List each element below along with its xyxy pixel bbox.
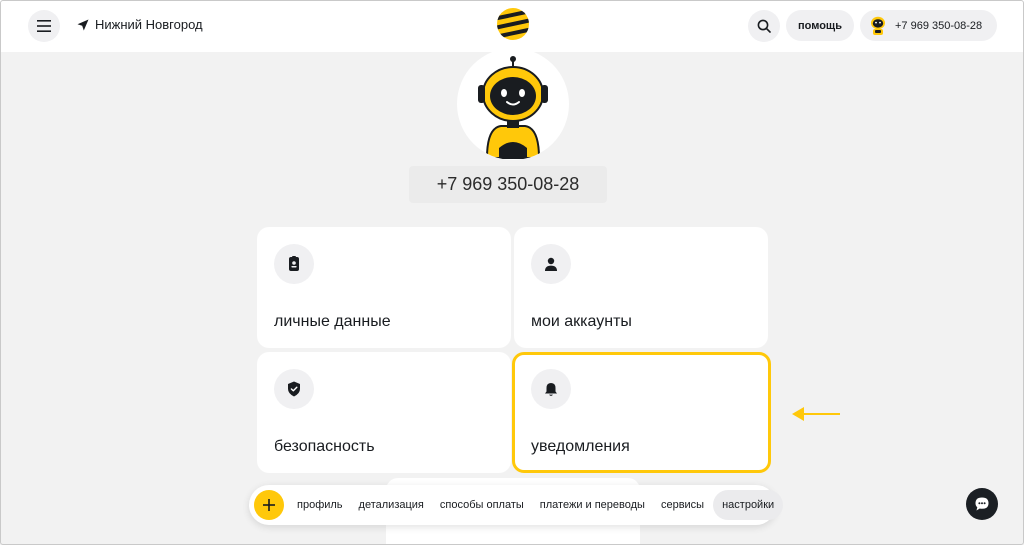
- card-notifications[interactable]: уведомления: [512, 352, 771, 473]
- card-security[interactable]: безопасность: [257, 352, 511, 473]
- card-my-accounts[interactable]: мои аккаунты: [514, 227, 768, 348]
- shield-icon: [288, 381, 300, 397]
- add-button[interactable]: [254, 490, 284, 520]
- plus-icon: [263, 499, 275, 511]
- robot-avatar-image: [478, 56, 548, 159]
- search-icon: [757, 19, 771, 33]
- help-button[interactable]: помощь: [786, 10, 854, 41]
- id-card-icon: [289, 256, 299, 271]
- chat-button[interactable]: [966, 488, 998, 520]
- id-card-icon-wrap: [274, 244, 314, 284]
- card-label: личные данные: [274, 313, 391, 330]
- city-selector[interactable]: Нижний Новгород: [77, 17, 203, 32]
- card-label: мои аккаунты: [531, 313, 632, 330]
- account-phone: +7 969 350-08-28: [895, 19, 983, 32]
- account-button[interactable]: +7 969 350-08-28: [860, 10, 997, 41]
- bell-icon: [545, 382, 557, 396]
- nav-item-payments-transfers[interactable]: платежи и переводы: [533, 490, 652, 520]
- shield-icon-wrap: [274, 369, 314, 409]
- menu-button[interactable]: [28, 10, 60, 42]
- city-name: Нижний Новгород: [95, 17, 203, 32]
- card-label: безопасность: [274, 438, 375, 455]
- nav-item-details[interactable]: детализация: [352, 490, 431, 520]
- beeline-logo[interactable]: [496, 7, 530, 41]
- user-icon: [545, 257, 557, 271]
- card-label: уведомления: [531, 438, 630, 455]
- nav-item-payment-methods[interactable]: способы оплаты: [433, 490, 531, 520]
- nav-item-profile[interactable]: профиль: [290, 490, 350, 520]
- robot-avatar-icon: [871, 16, 885, 35]
- user-icon-wrap: [531, 244, 571, 284]
- pointer-arrow-icon: [792, 407, 840, 421]
- nav-item-settings[interactable]: настройки: [713, 490, 784, 520]
- bottom-navigation: профиль детализация способы оплаты плате…: [249, 485, 784, 525]
- nav-item-services[interactable]: сервисы: [654, 490, 711, 520]
- location-arrow-icon: [77, 19, 89, 30]
- bell-icon-wrap: [531, 369, 571, 409]
- search-button[interactable]: [748, 10, 780, 42]
- top-header: Нижний Новгород помощь +7 969 350-08-28: [0, 0, 1024, 52]
- hamburger-icon: [37, 20, 51, 32]
- profile-avatar[interactable]: [457, 48, 569, 160]
- card-personal-data[interactable]: личные данные: [257, 227, 511, 348]
- profile-phone-number: +7 969 350-08-28: [409, 166, 607, 203]
- chat-bubble-icon: [975, 497, 989, 511]
